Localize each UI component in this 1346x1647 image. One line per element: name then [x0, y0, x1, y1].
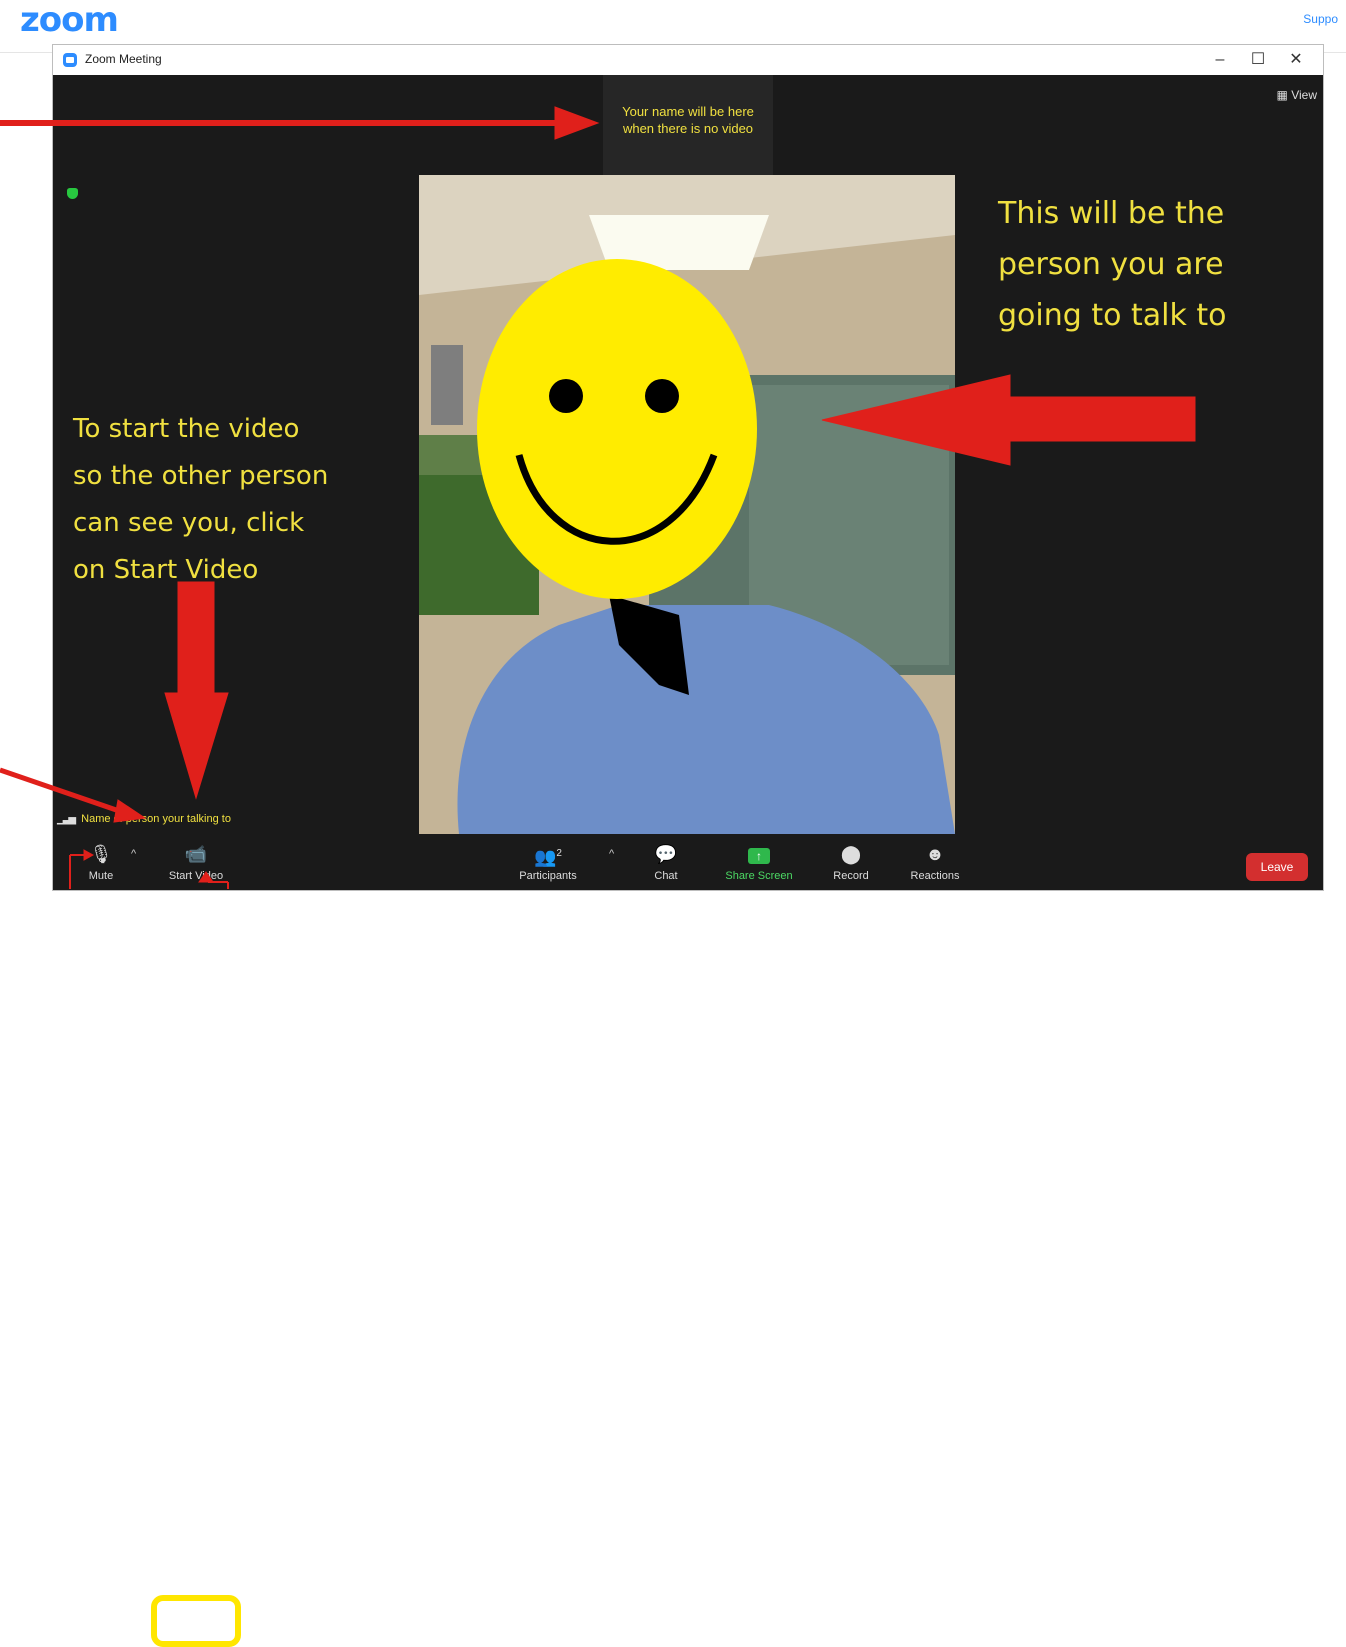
participant-name-label: ▁▃▅ Name of person your talking to: [57, 813, 231, 825]
annotation-left-line: on Start Video: [73, 555, 259, 585]
share-screen-icon: ↑: [719, 842, 799, 866]
reactions-emoji-icon: ☻: [925, 844, 945, 864]
participant-video: [419, 175, 955, 834]
self-name-line-2: when there is no video: [622, 121, 754, 136]
zoom-meeting-window: Zoom Meeting – ☐ ✕ Your name will be her…: [52, 44, 1324, 1647]
annotation-left-line: so the other person: [73, 461, 329, 491]
participant-name-text: Name of person your talking to: [81, 813, 231, 825]
annotation-left-text: To start the video so the other person c…: [73, 406, 328, 594]
record-label: Record: [833, 870, 869, 882]
chat-button[interactable]: 💬 Chat: [626, 842, 706, 882]
grid-icon: ▦: [1276, 88, 1288, 102]
participants-label: Participants: [519, 870, 577, 882]
annotation-right-text: This will be the person you are going to…: [998, 188, 1227, 341]
annotation-left-line: To start the video: [73, 414, 300, 444]
annotation-right-line: This will be the: [998, 196, 1225, 231]
video-off-icon: 📹: [184, 844, 208, 864]
start-video-label: Start Video: [168, 870, 224, 882]
reactions-button[interactable]: ☻ Reactions: [895, 842, 975, 882]
view-button-label: View: [1291, 88, 1317, 102]
start-video-highlight: [151, 1595, 241, 1647]
share-screen-label: Share Screen: [725, 870, 793, 882]
participant-video-image: [419, 175, 955, 834]
participants-options-chevron-icon[interactable]: ^: [609, 848, 614, 860]
participants-count: 2: [556, 848, 562, 859]
self-name-line-1: Your name will be here: [622, 104, 754, 119]
annotation-left-line: can see you, click: [73, 508, 305, 538]
zoom-app-icon: [63, 53, 77, 67]
participants-button[interactable]: 👥2 Participants: [508, 842, 588, 882]
close-button[interactable]: ✕: [1279, 48, 1313, 72]
audio-options-chevron-icon[interactable]: ^: [131, 848, 136, 860]
mute-label: Mute: [88, 870, 114, 882]
zoom-logo: zoom: [20, 0, 119, 40]
window-titlebar: Zoom Meeting – ☐ ✕: [53, 45, 1323, 75]
chat-label: Chat: [654, 870, 678, 882]
maximize-button[interactable]: ☐: [1241, 48, 1275, 72]
window-title: Zoom Meeting: [85, 52, 162, 66]
security-shield-icon[interactable]: [67, 188, 78, 199]
support-link[interactable]: Suppo: [1303, 12, 1338, 26]
microphone-icon: 🎙: [89, 844, 113, 864]
record-icon: ⬤: [840, 844, 862, 864]
start-video-button[interactable]: 📹 Start Video: [156, 842, 236, 882]
record-button[interactable]: ⬤ Record: [811, 842, 891, 882]
self-name-tile: Your name will be here when there is no …: [603, 75, 773, 175]
annotation-right-line: person you are: [998, 247, 1224, 282]
meeting-stage: Your name will be here when there is no …: [53, 75, 1323, 1647]
mute-button[interactable]: 🎙 Mute: [61, 842, 141, 882]
signal-bars-icon: ▁▃▅: [57, 814, 76, 825]
participants-icon: 👥2: [534, 847, 562, 867]
share-screen-button[interactable]: ↑ Share Screen: [719, 842, 799, 882]
chat-bubble-icon: 💬: [654, 844, 678, 864]
view-button[interactable]: ▦ View: [1277, 88, 1317, 102]
reactions-label: Reactions: [910, 870, 960, 882]
meeting-toolbar: 🎙 Mute ^ 📹 Start Video 👥2 Participants ^…: [53, 834, 1323, 1647]
leave-button[interactable]: Leave: [1246, 853, 1308, 881]
annotation-right-line: going to talk to: [998, 298, 1227, 333]
minimize-button[interactable]: –: [1203, 48, 1237, 72]
